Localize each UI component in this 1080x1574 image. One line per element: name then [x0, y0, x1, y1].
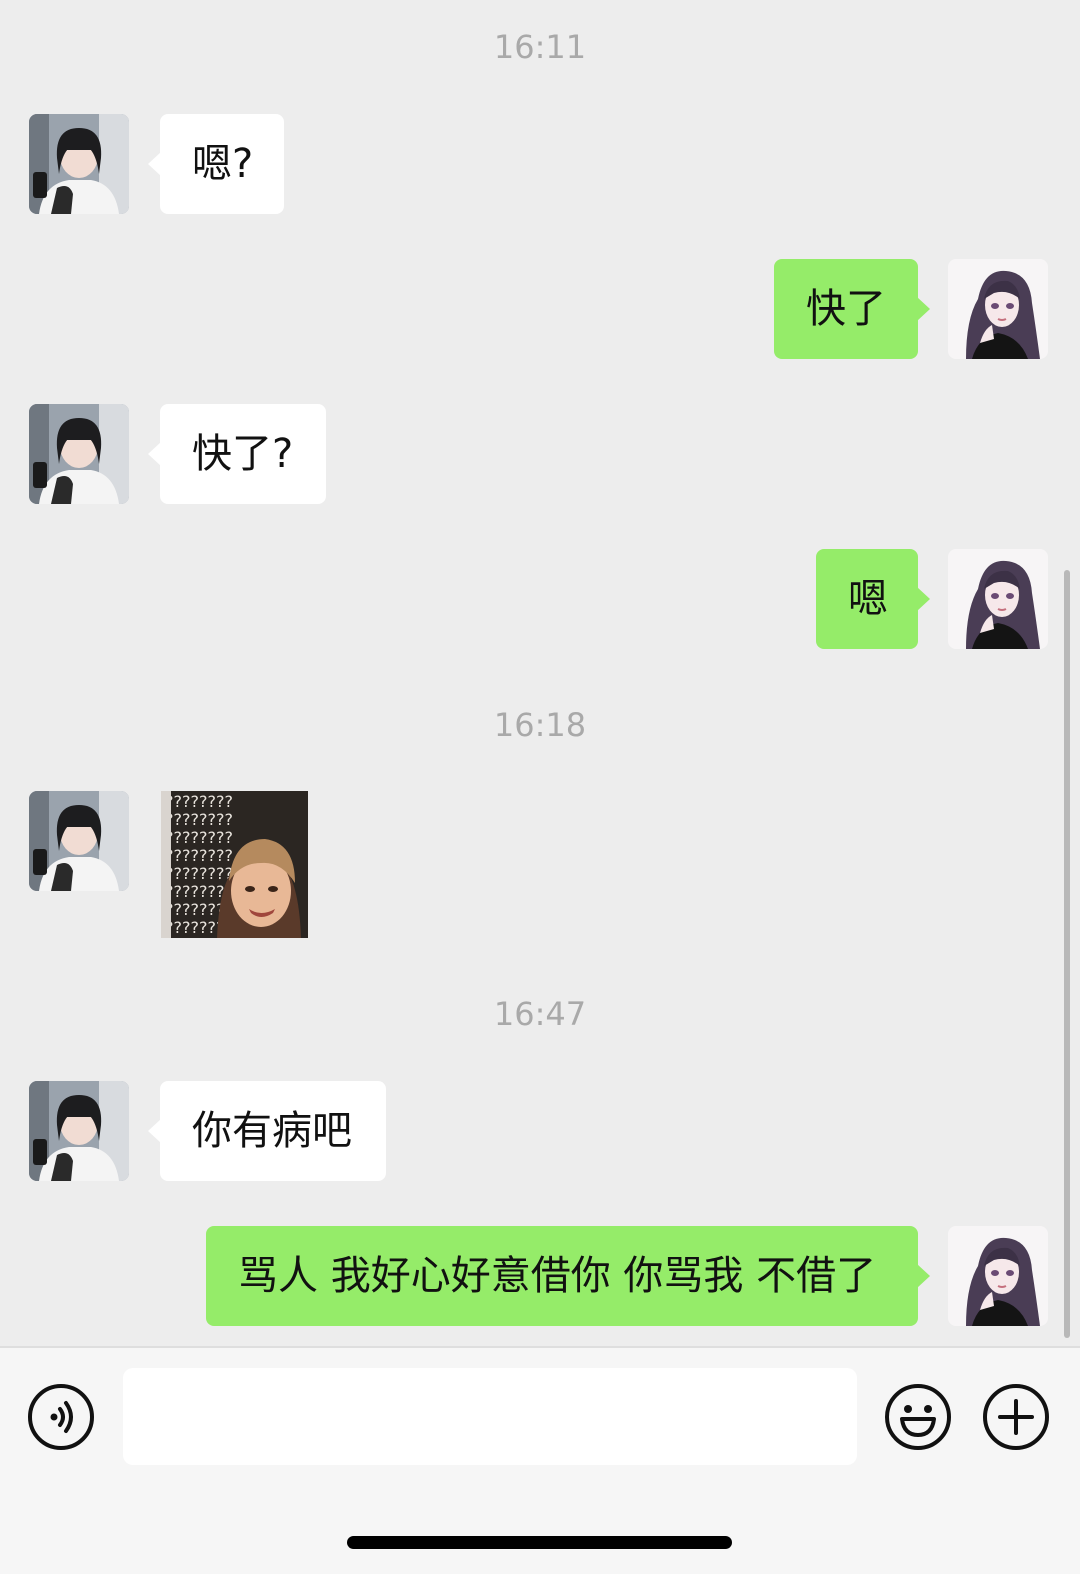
- contact-avatar[interactable]: [29, 404, 129, 504]
- timestamp: 16:47: [493, 995, 587, 1033]
- chat-area: 16:11 嗯? 快了 快了? 嗯 16:18 ???????? ???????…: [0, 0, 1080, 1348]
- voice-button[interactable]: [27, 1383, 95, 1451]
- message-bubble-outgoing[interactable]: 嗯: [816, 549, 930, 649]
- contact-avatar-image: [29, 114, 129, 214]
- contact-avatar[interactable]: [29, 1081, 129, 1181]
- sticker-text: ????????: [165, 792, 233, 811]
- my-avatar[interactable]: [948, 259, 1048, 359]
- home-indicator[interactable]: [347, 1536, 732, 1549]
- my-avatar-image: [948, 549, 1048, 649]
- message-bubble-outgoing[interactable]: 快了: [774, 259, 930, 359]
- contact-avatar-image: [29, 404, 129, 504]
- sticker-text: ????????: [165, 864, 233, 883]
- voice-icon: [28, 1384, 94, 1450]
- emoji-button[interactable]: [884, 1383, 952, 1451]
- message-bubble-incoming[interactable]: 嗯?: [148, 114, 284, 214]
- plus-icon: [983, 1384, 1049, 1450]
- message-input[interactable]: [123, 1368, 857, 1465]
- sticker-text: ????????: [165, 810, 233, 829]
- sticker-text: ????????: [165, 846, 233, 865]
- message-bubble-incoming[interactable]: 你有病吧: [148, 1081, 386, 1181]
- my-avatar-image: [948, 1226, 1048, 1326]
- emoji-icon: [885, 1384, 951, 1450]
- sticker-message[interactable]: ???????? ???????? ???????? ???????? ????…: [161, 791, 308, 938]
- more-button[interactable]: [982, 1383, 1050, 1451]
- message-bubble-incoming[interactable]: 快了?: [148, 404, 326, 504]
- my-avatar[interactable]: [948, 549, 1048, 649]
- timestamp: 16:11: [493, 28, 587, 66]
- contact-avatar[interactable]: [29, 791, 129, 891]
- contact-avatar-image: [29, 791, 129, 891]
- my-avatar-image: [948, 259, 1048, 359]
- my-avatar[interactable]: [948, 1226, 1048, 1326]
- contact-avatar[interactable]: [29, 114, 129, 214]
- timestamp: 16:18: [493, 706, 587, 744]
- message-bubble-outgoing[interactable]: 骂人 我好心好意借你 你骂我 不借了: [206, 1226, 930, 1326]
- sticker-text: ????????: [165, 828, 233, 847]
- chat-scrollbar[interactable]: [1064, 570, 1070, 1338]
- question-marks-meme-sticker: ???????? ???????? ???????? ???????? ????…: [161, 791, 308, 938]
- contact-avatar-image: [29, 1081, 129, 1181]
